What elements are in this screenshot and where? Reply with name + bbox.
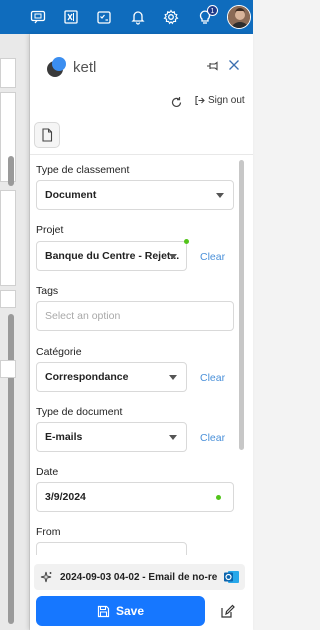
form-scrollbar[interactable] (239, 160, 244, 450)
date-value: 3/9/2024 (45, 491, 86, 503)
background-scrollbar[interactable] (8, 156, 14, 186)
from-field[interactable] (36, 542, 187, 555)
chevron-down-icon (216, 193, 224, 198)
projet-label: Projet (36, 224, 64, 236)
ketl-addin-panel: ketl Sign out Type de classement Documen… (30, 34, 253, 630)
sparkle-icon (40, 571, 52, 582)
date-label: Date (36, 466, 59, 478)
excel-icon[interactable] (62, 8, 80, 26)
tab-document[interactable] (34, 122, 60, 148)
type-document-clear-link[interactable]: Clear (200, 432, 225, 444)
sign-out-icon (195, 95, 205, 106)
outlook-background-panel (0, 34, 30, 630)
save-button[interactable]: Save (36, 596, 205, 626)
projet-clear-link[interactable]: Clear (200, 251, 225, 263)
type-document-select[interactable]: E-mails (36, 422, 187, 452)
user-avatar[interactable] (227, 5, 251, 29)
lightbulb-icon[interactable]: 1 (196, 5, 218, 26)
chevron-down-icon (169, 375, 177, 380)
projet-select[interactable]: Banque du Centre - Rejet... (36, 241, 187, 271)
type-document-value: E-mails (45, 431, 83, 443)
valid-indicator (216, 495, 221, 500)
sign-out-label: Sign out (208, 95, 245, 106)
document-icon (42, 128, 53, 142)
categorie-label: Catégorie (36, 346, 82, 358)
type-classement-value: Document (45, 189, 97, 201)
refresh-icon[interactable] (170, 96, 183, 109)
email-subject: 2024-09-03 04-02 - Email de no-re (60, 571, 218, 583)
pin-icon[interactable] (205, 59, 219, 73)
ketl-logo-icon (47, 57, 66, 77)
sign-out-button[interactable]: Sign out (194, 95, 245, 106)
edit-icon[interactable] (220, 604, 235, 619)
app-name: ketl (73, 59, 97, 76)
chevron-down-icon (169, 254, 177, 259)
type-classement-label: Type de classement (36, 164, 130, 176)
tags-select[interactable]: Select an option (36, 301, 234, 331)
outlook-icon (224, 571, 239, 583)
from-label: From (36, 526, 61, 538)
valid-indicator (184, 239, 189, 244)
close-icon[interactable] (228, 59, 240, 71)
notification-badge: 1 (207, 5, 218, 16)
date-input[interactable]: 3/9/2024 (36, 482, 234, 512)
classification-form: Type de classement Document Projet Banqu… (30, 155, 253, 555)
settings-gear-icon[interactable] (162, 8, 180, 26)
tags-placeholder: Select an option (45, 310, 121, 322)
chat-icon[interactable] (29, 8, 47, 26)
tasks-icon[interactable] (95, 8, 113, 26)
email-item[interactable]: 2024-09-03 04-02 - Email de no-re (34, 564, 245, 590)
bell-icon[interactable] (129, 8, 147, 26)
save-disk-icon (97, 605, 110, 617)
type-classement-select[interactable]: Document (36, 180, 234, 210)
categorie-select[interactable]: Correspondance (36, 362, 187, 392)
type-document-label: Type de document (36, 406, 123, 418)
categorie-clear-link[interactable]: Clear (200, 372, 225, 384)
projet-value: Banque du Centre - Rejet... (45, 250, 180, 262)
categorie-value: Correspondance (45, 371, 129, 383)
chevron-down-icon (169, 435, 177, 440)
save-label: Save (115, 604, 145, 618)
tags-label: Tags (36, 285, 59, 297)
outlook-top-bar: 1 (0, 0, 253, 34)
